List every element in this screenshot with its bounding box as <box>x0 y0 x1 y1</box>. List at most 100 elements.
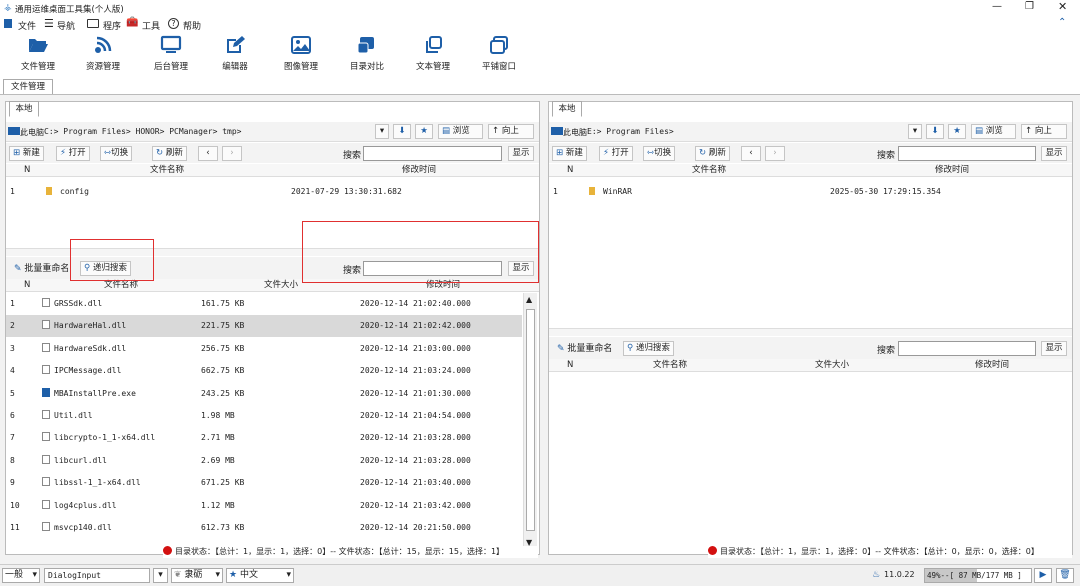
download-icon[interactable]: ⬇ <box>393 124 411 139</box>
file-row[interactable]: 4 IPCMessage.dll 662.75 KB 2020-12-14 21:03… <box>6 360 522 382</box>
file-row-n: 9 <box>10 478 15 488</box>
dir-row[interactable]: 1 WinRAR 2025-05-30 17:29:15.354 <box>549 181 1064 203</box>
path-breadcrumb[interactable]: E:> Program Files> <box>587 127 674 136</box>
file-row[interactable]: 2 HardwareHal.dll 221.75 KB 2020-12-14 21:0… <box>6 315 522 338</box>
forward-chevron-icon[interactable]: › <box>765 146 785 161</box>
favorite-star-icon[interactable]: ★ <box>415 124 433 139</box>
scroll-thumb[interactable] <box>526 309 535 531</box>
dir-row[interactable]: 1 config 2021-07-29 13:30:31.682 <box>6 181 526 203</box>
show-button[interactable]: 显示 <box>508 146 534 161</box>
menu-nav-icon: ☰ <box>44 17 54 30</box>
path-dropdown-icon[interactable]: ▾ <box>908 124 922 139</box>
switch-button[interactable]: ⇿切换 <box>643 146 676 161</box>
toolbar-resource-manager-button[interactable]: 资源管理 <box>73 35 133 75</box>
batch-rename-button[interactable]: ✎ 批量重命名 <box>14 261 69 274</box>
file-search-input[interactable] <box>898 341 1036 356</box>
new-button[interactable]: ⊞ 新建 <box>552 146 587 161</box>
menu-file[interactable]: 文件 <box>18 19 36 32</box>
file-row[interactable]: 7 libcrypto-1_1-x64.dll 2.71 MB 2020-12-14 … <box>6 427 522 449</box>
file-row-size: 2.69 MB <box>201 455 235 465</box>
language-select[interactable]: ★ 中文 ▾ <box>226 568 294 583</box>
file-row[interactable]: 5 MBAInstallPre.exe 243.25 KB 2020-12-14 21… <box>6 383 522 405</box>
file-row[interactable]: 8 libcurl.dll 2.69 MB 2020-12-14 21:03:28.0… <box>6 450 522 472</box>
file-row-n: 11 <box>10 523 20 532</box>
restore-icon[interactable]: ❐ <box>1025 1 1034 12</box>
refresh-icon: ↻ <box>156 148 164 158</box>
path-root[interactable]: 此电脑 <box>20 127 44 138</box>
refresh-icon: ↻ <box>699 148 707 158</box>
toolbar-backend-manager-button[interactable]: 后台管理 <box>141 35 201 75</box>
favorite-star-icon[interactable]: ★ <box>948 124 966 139</box>
java-icon: ♨ <box>872 570 881 580</box>
vertical-scrollbar[interactable]: ▲ ▼ <box>523 293 537 551</box>
minimize-icon[interactable]: — <box>992 1 1002 12</box>
up-button[interactable]: ↑ 向上 <box>1021 124 1067 139</box>
batch-rename-button[interactable]: ✎ 批量重命名 <box>557 341 612 354</box>
search-icon: ⚲ <box>627 343 634 353</box>
title-bar: ⚶ 通用运维桌面工具集(个人版) — ❐ ✕ <box>0 0 1080 16</box>
open-button[interactable]: ⚡ 打开 <box>56 146 90 161</box>
input-select[interactable]: DialogInput <box>44 568 150 583</box>
close-icon[interactable]: ✕ <box>1058 0 1067 13</box>
toolbar-image-manager-button[interactable]: 图像管理 <box>271 35 331 75</box>
menu-nav[interactable]: 导航 <box>57 19 75 32</box>
toolbar-text-manager-button[interactable]: 文本管理 <box>403 35 463 75</box>
file-row[interactable]: 1 GRSSdk.dll 161.75 KB 2020-12-14 21:02:40.… <box>6 293 522 315</box>
monitor-icon <box>160 35 182 53</box>
forward-chevron-icon[interactable]: › <box>222 146 242 161</box>
play-icon[interactable]: ▶ <box>1034 568 1052 583</box>
browse-button[interactable]: ▤ 浏览 <box>971 124 1016 139</box>
tab-file-manager[interactable]: 文件管理 <box>3 79 53 94</box>
left-action-row: ⊞ 新建 ⚡ 打开 ⇿切换 ↻ 刷新 ‹ › 搜索 显示 <box>6 143 539 163</box>
scroll-up-icon[interactable]: ▲ <box>526 295 532 304</box>
highlight-file-search <box>302 221 539 283</box>
recursive-search-button[interactable]: ⚲ 递归搜索 <box>623 341 674 356</box>
right-tab-local[interactable]: 本地 <box>552 101 582 117</box>
file-row[interactable]: 9 libssl-1_1-x64.dll 671.25 KB 2020-12-14 2… <box>6 472 522 494</box>
toolbar-file-manager-button[interactable]: 文件管理 <box>8 35 68 75</box>
left-tab-local[interactable]: 本地 <box>9 101 39 117</box>
file-row-name: Util.dll <box>54 411 93 420</box>
col-name: 文件名称 <box>150 165 185 175</box>
back-chevron-icon[interactable]: ‹ <box>198 146 218 161</box>
file-row-n: 3 <box>10 343 15 353</box>
toolbar-tile-window-button[interactable]: 平铺窗口 <box>469 35 529 75</box>
file-row[interactable]: 6 Util.dll 1.98 MB 2020-12-14 21:04:54.000 <box>6 405 522 427</box>
back-chevron-icon[interactable]: ‹ <box>741 146 761 161</box>
memory-usage-bar[interactable]: 49%--[ 87 MB/177 MB ] <box>924 568 1032 583</box>
open-button[interactable]: ⚡ 打开 <box>599 146 633 161</box>
show-button[interactable]: 显示 <box>1041 146 1067 161</box>
mode-select[interactable]: 一般 ▾ <box>2 568 40 583</box>
splitter-handle[interactable] <box>549 328 1072 336</box>
switch-button[interactable]: ⇿切换 <box>100 146 133 161</box>
bolt-icon: ⚡ <box>60 148 66 158</box>
up-button[interactable]: ↑ 向上 <box>488 124 534 139</box>
dir-search-input[interactable] <box>363 146 502 161</box>
file-table-header: N 文件名称 文件大小 修改时间 <box>549 359 1072 372</box>
menu-program[interactable]: 程序 <box>103 19 121 32</box>
toolbar-editor-button[interactable]: 编辑器 <box>205 35 265 75</box>
file-row[interactable]: 3 HardwareSdk.dll 256.75 KB 2020-12-14 21:0… <box>6 338 522 360</box>
font-select[interactable]: ❦ 隶砺 ▾ <box>171 568 223 583</box>
file-row[interactable]: 11 msvcp140.dll 612.73 KB 2020-12-14 20:21:… <box>6 517 522 539</box>
file-row-time: 2020-12-14 21:04:54.000 <box>360 411 471 420</box>
menu-tools[interactable]: 工具 <box>142 19 160 32</box>
trash-icon[interactable]: 🗑 <box>1056 568 1074 583</box>
chevron-down-icon[interactable]: ▾ <box>153 568 168 583</box>
path-dropdown-icon[interactable]: ▾ <box>375 124 389 139</box>
browse-button[interactable]: ▤ 浏览 <box>438 124 483 139</box>
toolbar-dir-compare-button[interactable]: 目录对比 <box>337 35 397 75</box>
show-files-button[interactable]: 显示 <box>1041 341 1067 356</box>
file-row[interactable]: 10 log4cplus.dll 1.12 MB 2020-12-14 21:03:4… <box>6 495 522 517</box>
pencil-icon: ✎ <box>557 344 565 354</box>
dir-search-input[interactable] <box>898 146 1036 161</box>
path-breadcrumb[interactable]: C:> Program Files> HONOR> PCManager> tmp… <box>44 127 241 136</box>
collapse-ribbon-icon[interactable]: ⌃ <box>1058 17 1066 28</box>
new-button[interactable]: ⊞ 新建 <box>9 146 44 161</box>
path-root[interactable]: 此电脑 <box>563 127 587 138</box>
download-icon[interactable]: ⬇ <box>926 124 944 139</box>
help-icon: ? <box>168 18 179 29</box>
refresh-button[interactable]: ↻ 刷新 <box>695 146 730 161</box>
menu-help[interactable]: 帮助 <box>183 19 201 32</box>
refresh-button[interactable]: ↻ 刷新 <box>152 146 187 161</box>
